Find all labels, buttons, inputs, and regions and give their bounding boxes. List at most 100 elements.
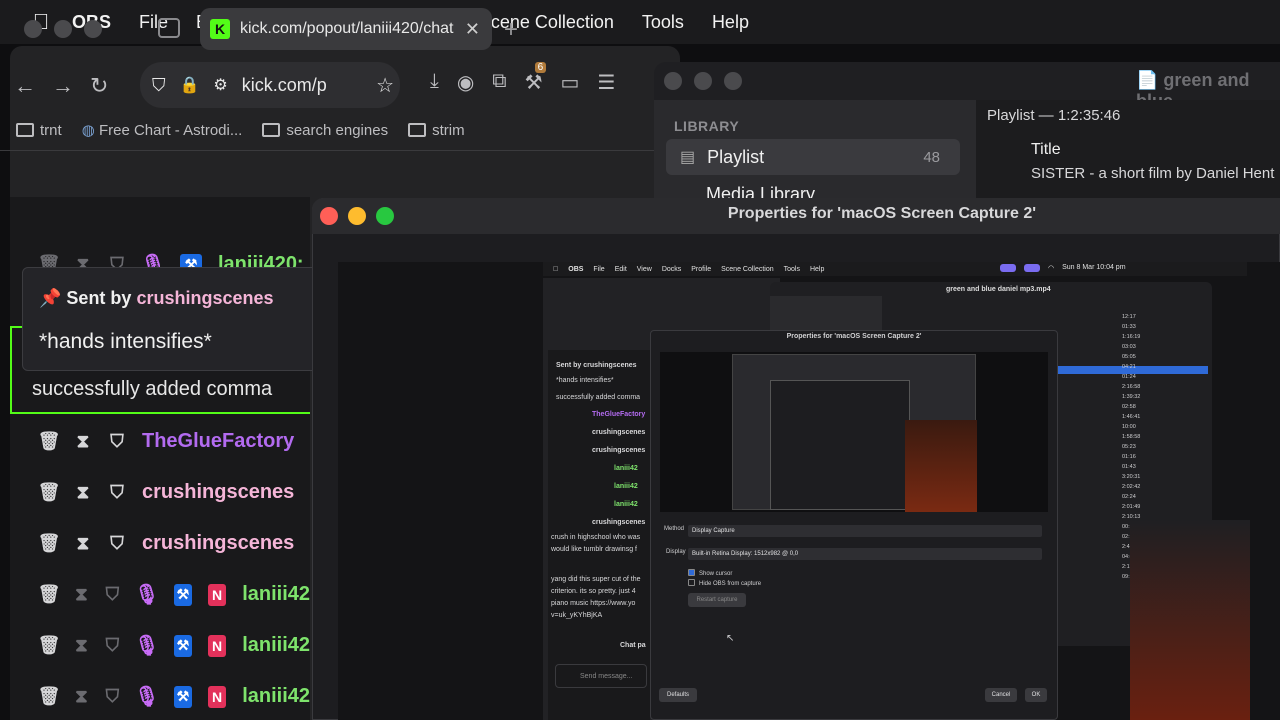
back-icon[interactable]: ← (14, 73, 36, 99)
bookmark-star-icon[interactable]: ☆ (376, 73, 394, 98)
timeout-hourglass-icon[interactable]: ⧗ (74, 533, 92, 553)
menu-tools[interactable]: Tools (628, 0, 698, 44)
delete-icon[interactable]: 🗑 (38, 482, 61, 502)
pinned-header: 📌 Sent by crushingscenes (39, 288, 274, 308)
browser-traffic-lights[interactable] (24, 20, 102, 38)
nested-wallpaper (905, 420, 977, 512)
kick-logo-icon: K (210, 19, 230, 39)
timeout-hourglass-icon[interactable]: ⧗ (74, 584, 89, 604)
column-title[interactable]: Title (1031, 141, 1061, 159)
nested-pinned: Sent by crushingscenes (556, 362, 637, 369)
extensions-puzzle-icon[interactable]: ⧉ (492, 70, 506, 95)
tab-overview-icon[interactable] (158, 18, 180, 38)
forward-icon[interactable]: → (52, 73, 74, 99)
nested-status-items: ◠ Sun 8 Mar 10:04 pm (1000, 264, 1126, 272)
close-window-icon[interactable] (24, 20, 42, 38)
bookmarks-bar: trnt ◍ Free Chart - Astrodi... search en… (16, 118, 666, 142)
document-icon: 📄 (1136, 70, 1164, 90)
url-text[interactable]: kick.com/p (242, 75, 327, 96)
playlist-icon: ▤ (680, 149, 696, 166)
ban-shield-icon[interactable]: ⛉ (108, 482, 126, 502)
extension-circle-icon[interactable]: ◉ (457, 70, 474, 95)
chat-row[interactable]: 🗑 ⧗ ⛉ 🎙 ⚒ N laniii42 (10, 671, 310, 720)
status-pill-icon (1024, 264, 1040, 272)
mic-badge-icon: 🎙 (134, 635, 160, 657)
menu-icon[interactable]: ☰ (597, 70, 615, 95)
dialog-title: Properties for 'macOS Screen Capture 2' (727, 205, 1037, 222)
chat-username[interactable]: TheGlueFactory (142, 430, 294, 453)
zoom-window-icon[interactable] (84, 20, 102, 38)
folder-icon (262, 122, 281, 137)
ban-shield-icon[interactable]: ⛉ (105, 584, 120, 604)
extension-badge: 6 (534, 62, 547, 73)
chat-row[interactable]: 🗑 ⧗ ⛉ crushingscenes (10, 467, 310, 518)
cursor-pointer-icon: ↖ (726, 633, 735, 644)
chat-row[interactable]: 🗑 ⧗ ⛉ crushingscenes (10, 518, 310, 569)
minimize-window-icon[interactable] (694, 72, 712, 90)
new-tab-icon[interactable]: + (504, 16, 518, 44)
nested-display-select: Built-in Retina Display: 1512x982 @ 0,0 (688, 548, 1042, 560)
delete-icon[interactable]: 🗑 (38, 686, 61, 706)
close-tab-icon[interactable]: ✕ (465, 19, 480, 40)
bookmark-trnt[interactable]: trnt (16, 122, 62, 139)
timeout-hourglass-icon[interactable]: ⧗ (74, 635, 89, 655)
n-badge-icon: N (207, 634, 227, 657)
bookmark-strim[interactable]: strim (408, 122, 465, 139)
nested-menu-bar:  OBS File Edit View Docks Profile Scene… (543, 262, 1247, 276)
nested-chat-input: Send message... (555, 664, 647, 688)
pinned-message-card[interactable]: 📌 Sent by crushingscenes *hands intensif… (22, 267, 322, 371)
chat-username[interactable]: laniii42 (242, 634, 310, 657)
chat-row[interactable]: 🗑 ⧗ ⛉ TheGlueFactory (10, 416, 310, 467)
nested-chat-name: TheGlueFactory (592, 411, 646, 418)
globe-icon: ◍ (81, 122, 99, 139)
shield-icon[interactable]: ⛉ (152, 75, 166, 96)
close-window-icon[interactable] (664, 72, 682, 90)
chat-row[interactable]: 🗑 ⧗ ⛉ 🎙 ⚒ N laniii42 (10, 620, 310, 671)
browser-tab[interactable]: K kick.com/popout/laniii420/chat ✕ (200, 8, 492, 50)
bookmark-search-engines[interactable]: search engines (262, 122, 388, 139)
mic-badge-icon: 🎙 (134, 686, 160, 708)
nested-display-label: Display (666, 549, 686, 555)
minimize-window-icon[interactable] (54, 20, 72, 38)
status-pill-icon (1000, 264, 1016, 272)
nested-playlist-title: green and blue daniel mp3.mp4 (946, 286, 1051, 293)
chat-username[interactable]: laniii42 (242, 685, 310, 708)
delete-icon[interactable]: 🗑 (38, 431, 61, 451)
lock-icon[interactable]: 🔒 (180, 75, 200, 95)
extension-hammer-icon[interactable]: ⚒ 6 (525, 62, 547, 95)
folder-icon (408, 122, 427, 137)
ban-shield-icon[interactable]: ⛉ (108, 533, 126, 553)
chat-username[interactable]: laniii42 (242, 583, 310, 606)
playlist-traffic-lights[interactable] (664, 72, 742, 90)
timeout-hourglass-icon[interactable]: ⧗ (74, 482, 92, 502)
nested-chat-paused: Chat pa (620, 642, 646, 649)
chat-username[interactable]: crushingscenes (142, 532, 294, 555)
ban-shield-icon[interactable]: ⛉ (108, 431, 126, 451)
sidebar-item-playlist[interactable]: ▤ Playlist 48 (666, 139, 960, 175)
hammer-badge-icon: ⚒ (173, 634, 192, 657)
zoom-window-icon[interactable] (724, 72, 742, 90)
site-settings-icon[interactable]: ⚙ (213, 75, 227, 95)
delete-icon[interactable]: 🗑 (38, 584, 61, 604)
bookmark-free-chart[interactable]: ◍ Free Chart - Astrodi... (82, 121, 243, 139)
chat-username[interactable]: crushingscenes (142, 481, 294, 504)
address-bar[interactable]: ⛉ 🔒 ⚙ kick.com/p ☆ (140, 62, 400, 108)
ban-shield-icon[interactable]: ⛉ (105, 686, 120, 706)
playlist-header: Playlist — 1:2:35:46 (987, 107, 1121, 124)
playlist-row[interactable]: SISTER - a short film by Daniel Hent (1031, 165, 1274, 182)
delete-icon[interactable]: 🗑 (38, 635, 61, 655)
nested-show-cursor-checkbox: Show cursor (688, 569, 732, 577)
ban-shield-icon[interactable]: ⛉ (105, 635, 120, 655)
timeout-hourglass-icon[interactable]: ⧗ (74, 431, 92, 451)
pinned-user[interactable]: crushingscenes (136, 288, 273, 308)
timeout-hourglass-icon[interactable]: ⧗ (74, 686, 89, 706)
reload-icon[interactable]: ↻ (90, 73, 108, 99)
sidebar-icon[interactable]: ▭ (561, 70, 580, 95)
nested-background-right (1130, 520, 1250, 720)
download-icon[interactable]: ⤓ (430, 70, 439, 95)
nested-hide-obs-checkbox: Hide OBS from capture (688, 579, 761, 587)
menu-help[interactable]: Help (698, 0, 763, 44)
sidebar-item-label: Playlist (707, 146, 765, 167)
chat-row[interactable]: 🗑 ⧗ ⛉ 🎙 ⚒ N laniii42 (10, 569, 310, 620)
delete-icon[interactable]: 🗑 (38, 533, 61, 553)
